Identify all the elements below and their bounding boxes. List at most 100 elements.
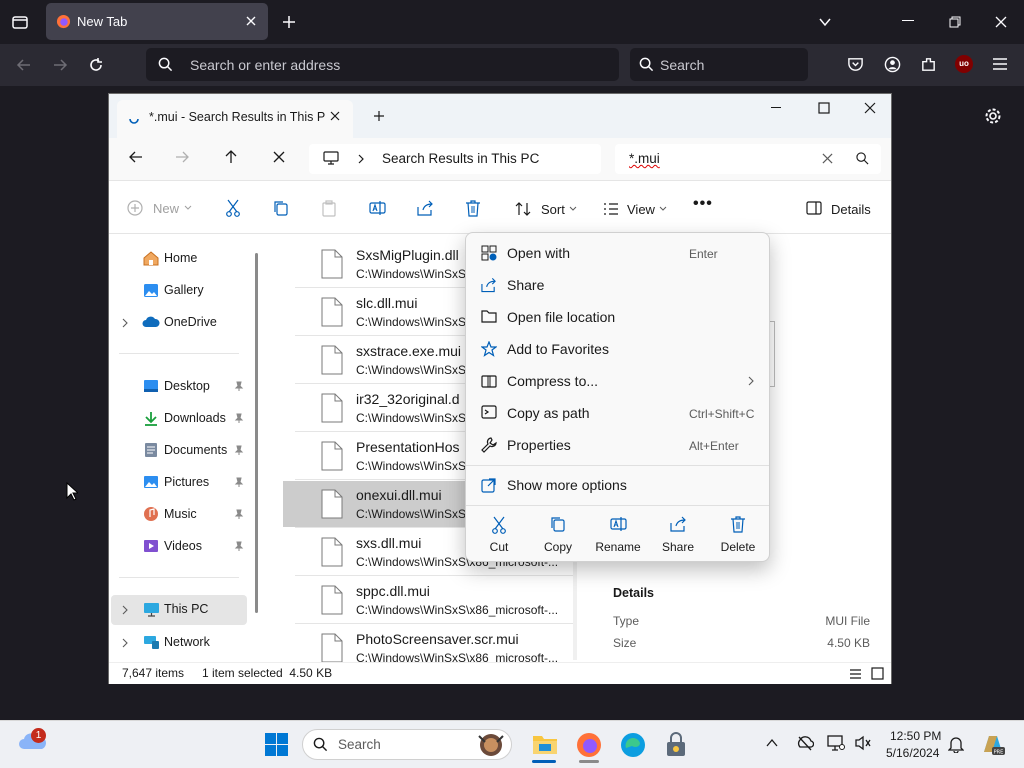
account-icon[interactable]	[884, 56, 901, 73]
breadcrumb-chevron-icon[interactable]	[357, 153, 365, 165]
new-tab-icon[interactable]	[373, 110, 385, 122]
back-arrow-icon[interactable]	[16, 57, 32, 73]
context-action-delete-button[interactable]: Delete	[708, 513, 768, 557]
display-settings-icon[interactable]	[827, 735, 845, 751]
stop-search-icon[interactable]	[273, 151, 285, 163]
context-menu-item[interactable]: Open file location	[470, 302, 765, 332]
sidebar-item-desktop[interactable]: Desktop	[109, 375, 247, 399]
pocket-icon[interactable]	[847, 56, 864, 73]
close-window-icon[interactable]	[994, 15, 1008, 29]
forward-arrow-icon[interactable]	[52, 57, 68, 73]
back-arrow-icon[interactable]	[129, 150, 143, 164]
minimize-window-icon[interactable]	[771, 107, 783, 109]
expand-chevron-icon[interactable]	[121, 318, 129, 328]
sidebar-item-home[interactable]: Home	[109, 247, 247, 271]
sidebar-item-gallery[interactable]: Gallery	[109, 279, 247, 303]
settings-gear-icon[interactable]	[984, 107, 1002, 125]
context-menu-item[interactable]: Open with Enter	[470, 238, 765, 268]
clock-date[interactable]: 5/16/2024	[886, 746, 939, 760]
sidebar-item-label: Home	[164, 251, 198, 265]
view-button[interactable]: View	[603, 198, 667, 220]
tab-overflow-chevron-icon[interactable]	[818, 15, 832, 29]
taskbar-search-box[interactable]: Search	[302, 729, 512, 760]
maximize-window-icon[interactable]	[818, 102, 830, 114]
hamburger-menu-icon[interactable]	[992, 57, 1008, 71]
address-bar[interactable]: Search Results in This PC	[309, 144, 601, 174]
file-row[interactable]: sppc.dll.mui C:\Windows\WinSxS\x86_micros…	[283, 577, 575, 623]
sidebar-item-videos[interactable]: Videos	[109, 535, 247, 559]
see-more-button[interactable]: •••	[693, 195, 713, 213]
close-window-icon[interactable]	[864, 102, 876, 114]
new-button[interactable]: New	[127, 198, 197, 220]
delete-trash-icon[interactable]	[465, 200, 481, 217]
context-action-share-button[interactable]: Share	[648, 513, 708, 557]
paste-clipboard-icon[interactable]	[321, 200, 337, 217]
file-path: C:\Windows\WinSxS\x86_microsoft-...	[356, 603, 559, 617]
firefox-taskbar-icon[interactable]	[576, 732, 602, 758]
nav-scrollbar[interactable]	[255, 253, 258, 613]
details-pane-button[interactable]: Details	[806, 198, 872, 220]
menu-divider	[466, 505, 769, 506]
explorer-tab-title: *.mui - Search Results in This P	[149, 110, 326, 124]
copy-icon[interactable]	[273, 200, 289, 216]
clear-search-icon[interactable]	[822, 153, 833, 164]
clock-time[interactable]: 12:50 PM	[890, 729, 941, 743]
explorer-tab[interactable]: *.mui - Search Results in This P	[117, 100, 353, 138]
file-row[interactable]: PhotoScreensaver.scr.mui C:\Windows\WinSx…	[283, 625, 575, 662]
expand-chevron-icon[interactable]	[121, 605, 129, 615]
web-search-box[interactable]: Search	[630, 48, 808, 81]
search-query[interactable]: *.mui	[629, 151, 660, 166]
context-action-copy-button[interactable]: Copy	[528, 513, 588, 557]
extensions-puzzle-icon[interactable]	[920, 56, 937, 73]
file-explorer-taskbar-icon[interactable]	[531, 731, 559, 757]
sidebar-item-downloads[interactable]: Downloads	[109, 407, 247, 431]
breadcrumb[interactable]: Search Results in This PC	[382, 151, 539, 166]
windows-start-icon[interactable]	[265, 733, 288, 756]
context-menu-item[interactable]: Add to Favorites	[470, 334, 765, 364]
minimize-window-icon[interactable]	[902, 20, 916, 22]
reload-icon[interactable]	[88, 57, 104, 73]
volume-muted-icon[interactable]	[854, 735, 872, 751]
ublock-origin-icon[interactable]: uo	[955, 55, 973, 73]
show-more-options-item[interactable]: Show more options	[470, 470, 765, 500]
search-icon[interactable]	[856, 152, 869, 165]
share-icon[interactable]	[417, 200, 434, 216]
sidebar-item-network[interactable]: Network	[109, 631, 247, 655]
store-lock-taskbar-icon[interactable]	[664, 732, 688, 758]
copilot-icon[interactable]: PRE	[980, 732, 1006, 758]
close-tab-icon[interactable]	[329, 110, 341, 122]
show-hidden-icons-chevron-icon[interactable]	[766, 738, 778, 748]
sidebar-item-documents[interactable]: Documents	[109, 439, 247, 463]
notification-bell-icon[interactable]	[948, 735, 964, 753]
expand-chevron-icon[interactable]	[121, 638, 129, 648]
cut-scissors-icon[interactable]	[225, 199, 241, 217]
sidebar-item-onedrive[interactable]: OneDrive	[109, 311, 247, 335]
context-action-cut-button[interactable]: Cut	[469, 513, 529, 557]
sidebar-item-music[interactable]: Music	[109, 503, 247, 527]
sort-button[interactable]: Sort	[515, 198, 577, 220]
show-more-options-label: Show more options	[507, 477, 627, 493]
context-menu-item[interactable]: Compress to...	[470, 366, 765, 396]
edge-taskbar-icon[interactable]	[620, 732, 646, 758]
explorer-search-box[interactable]: *.mui	[615, 144, 881, 174]
context-menu-item[interactable]: Properties Alt+Enter	[470, 430, 765, 460]
network-disconnected-icon[interactable]	[796, 735, 814, 751]
file-icon	[321, 441, 343, 471]
sidebar-item-pictures[interactable]: Pictures	[109, 471, 247, 495]
onedrive-cloud-icon	[142, 316, 160, 328]
list-all-tabs-icon[interactable]	[10, 12, 30, 32]
forward-arrow-icon[interactable]	[175, 150, 189, 164]
context-menu-item[interactable]: Copy as path Ctrl+Shift+C	[470, 398, 765, 428]
close-tab-icon[interactable]	[244, 14, 258, 28]
large-icons-view-icon[interactable]	[871, 667, 884, 680]
restore-window-icon[interactable]	[948, 15, 962, 29]
url-bar[interactable]: Search or enter address	[146, 48, 619, 81]
sidebar-item-this-pc[interactable]: This PC	[111, 595, 247, 625]
new-tab-icon[interactable]	[281, 14, 297, 30]
up-arrow-icon[interactable]	[224, 150, 238, 164]
details-view-icon[interactable]	[849, 668, 862, 680]
context-action-rename-button[interactable]: Rename	[588, 513, 648, 557]
firefox-tab-new-tab[interactable]: New Tab	[46, 3, 268, 40]
context-menu-item[interactable]: Share	[470, 270, 765, 300]
rename-icon[interactable]	[369, 200, 386, 216]
